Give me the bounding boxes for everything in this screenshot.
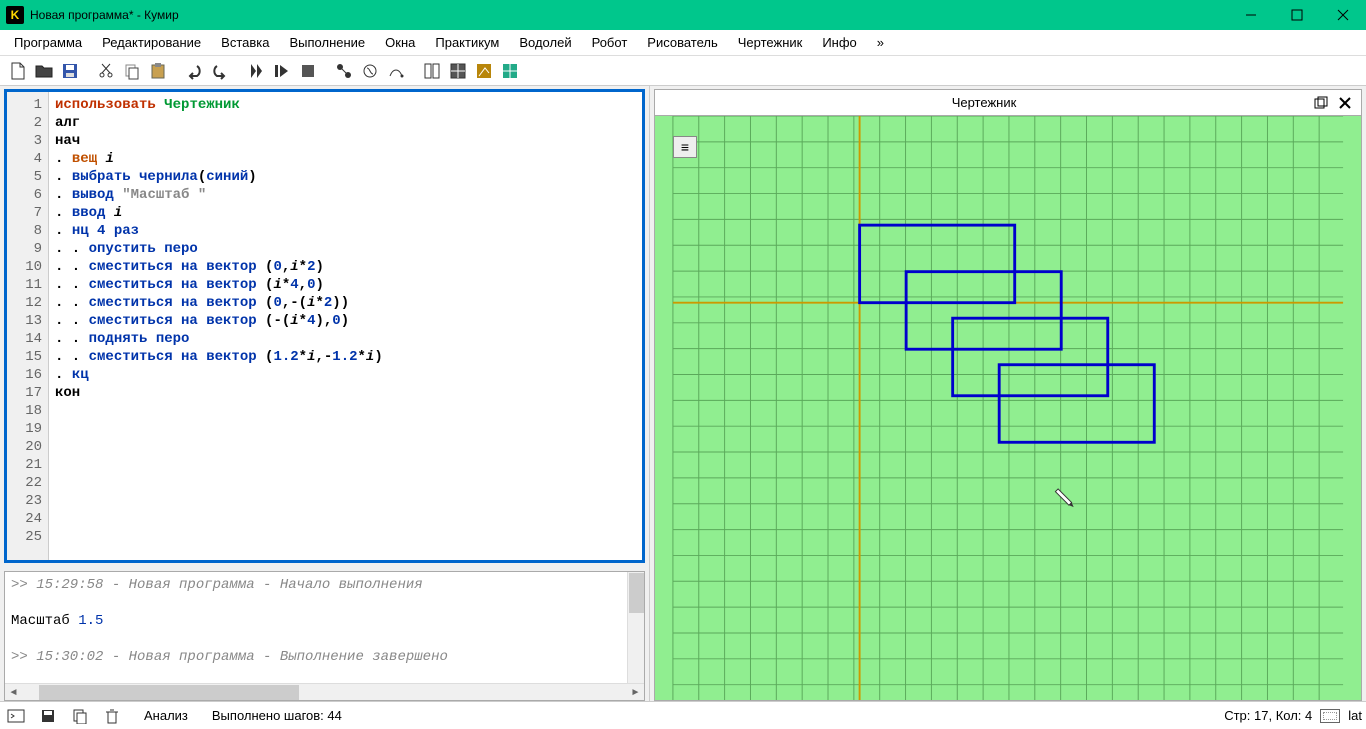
menu-item[interactable]: Редактирование: [92, 31, 211, 54]
close-button[interactable]: [1320, 0, 1366, 30]
menu-item[interactable]: Программа: [4, 31, 92, 54]
paste-button[interactable]: [146, 59, 170, 83]
drawing-surface: [655, 116, 1361, 700]
status-save-button[interactable]: [36, 705, 60, 727]
actors-button[interactable]: [332, 59, 356, 83]
console-panel: >> 15:29:58 - Новая программа - Начало в…: [4, 571, 645, 701]
undo-button[interactable]: [182, 59, 206, 83]
console-scrollbar-horizontal[interactable]: ◄►: [5, 683, 644, 700]
menu-item[interactable]: »: [867, 31, 894, 54]
menu-item[interactable]: Рисователь: [637, 31, 727, 54]
code-editor[interactable]: 1234567891011121314151617181920212223242…: [4, 89, 645, 563]
status-bar: Анализ Выполнено шагов: 44 Стр: 17, Кол:…: [0, 701, 1366, 729]
layout1-button[interactable]: [420, 59, 444, 83]
drawer-canvas[interactable]: ≡: [654, 115, 1362, 701]
panel-maximize-button[interactable]: [1309, 92, 1333, 114]
new-file-button[interactable]: [6, 59, 30, 83]
menu-item[interactable]: Робот: [582, 31, 638, 54]
menu-item[interactable]: Выполнение: [279, 31, 375, 54]
run-button[interactable]: [244, 59, 268, 83]
drawer-panel-header: Чертежник: [654, 89, 1362, 115]
menu-item[interactable]: Окна: [375, 31, 425, 54]
status-cursor-position: Стр: 17, Кол: 4: [1224, 708, 1312, 723]
keyboard-icon[interactable]: [1320, 709, 1340, 723]
menu-item[interactable]: Практикум: [425, 31, 509, 54]
redo-button[interactable]: [208, 59, 232, 83]
panel-close-button[interactable]: [1333, 92, 1357, 114]
menu-item[interactable]: Инфо: [812, 31, 866, 54]
breakpoint-button[interactable]: [384, 59, 408, 83]
drawer-panel-title: Чертежник: [659, 95, 1309, 110]
app-icon: K: [6, 6, 24, 24]
layout3-button[interactable]: [472, 59, 496, 83]
toolbar: [0, 56, 1366, 86]
console-output-line: Масштаб 1.5: [11, 612, 638, 630]
layout4-button[interactable]: [498, 59, 522, 83]
console-log-line: >> 15:29:58 - Новая программа - Начало в…: [11, 576, 638, 594]
maximize-button[interactable]: [1274, 0, 1320, 30]
console-log-line: >> 15:30:02 - Новая программа - Выполнен…: [11, 648, 638, 666]
window-titlebar: K Новая программа* - Кумир: [0, 0, 1366, 30]
copy-button[interactable]: [120, 59, 144, 83]
stop-button[interactable]: [296, 59, 320, 83]
cut-button[interactable]: [94, 59, 118, 83]
canvas-menu-button[interactable]: ≡: [673, 136, 697, 158]
save-file-button[interactable]: [58, 59, 82, 83]
console-output[interactable]: >> 15:29:58 - Новая программа - Начало в…: [5, 572, 644, 683]
step-button[interactable]: [270, 59, 294, 83]
status-copy-button[interactable]: [68, 705, 92, 727]
window-title: Новая программа* - Кумир: [30, 8, 1228, 22]
minimize-button[interactable]: [1228, 0, 1274, 30]
status-input-lang[interactable]: lat: [1348, 708, 1362, 723]
status-console-button[interactable]: [4, 705, 28, 727]
layout2-button[interactable]: [446, 59, 470, 83]
open-file-button[interactable]: [32, 59, 56, 83]
status-delete-button[interactable]: [100, 705, 124, 727]
status-steps-label: Выполнено шагов: 44: [212, 708, 342, 723]
menu-item[interactable]: Чертежник: [728, 31, 813, 54]
menu-bar: ПрограммаРедактированиеВставкаВыполнение…: [0, 30, 1366, 56]
variables-button[interactable]: [358, 59, 382, 83]
menu-item[interactable]: Водолей: [509, 31, 581, 54]
horizontal-splitter[interactable]: [4, 563, 645, 571]
line-gutter: 1234567891011121314151617181920212223242…: [7, 92, 49, 560]
status-analysis-label[interactable]: Анализ: [144, 708, 188, 723]
code-area[interactable]: использовать Чертежникалгнач. вещ i. выб…: [49, 92, 642, 560]
menu-item[interactable]: Вставка: [211, 31, 279, 54]
console-scrollbar-vertical[interactable]: [627, 572, 644, 683]
